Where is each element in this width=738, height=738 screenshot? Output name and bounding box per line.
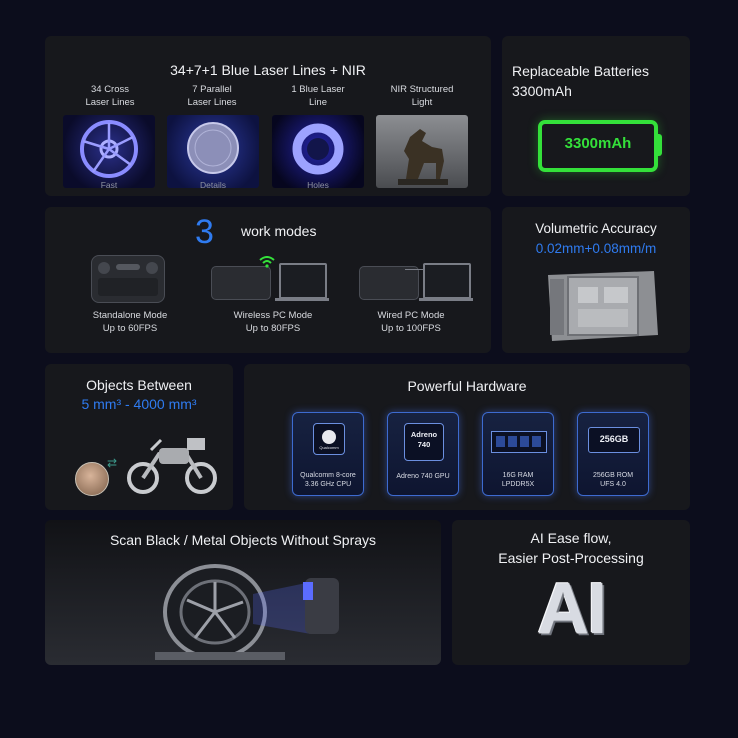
adreno-label: Adreno 740	[410, 430, 438, 449]
laser-item-label-single: 1 Blue Laser Line	[291, 84, 345, 108]
coin-object-image	[75, 462, 109, 496]
battery-title-line1: Replaceable Batteries	[512, 63, 649, 79]
wireless-monitor-base	[275, 298, 329, 301]
laser-lines-card: 34+7+1 Blue Laser Lines + NIR 34 Cross L…	[45, 36, 491, 196]
scan-card: Scan Black / Metal Objects Without Spray…	[45, 520, 441, 665]
parallel-lines-caption: Details	[200, 180, 226, 190]
cable-line	[405, 269, 423, 270]
work-modes-label: work modes	[241, 223, 317, 239]
objects-title: Objects Between	[86, 377, 192, 393]
battery-icon: 3300mAh	[538, 120, 658, 172]
laser-lines-title: 34+7+1 Blue Laser Lines + NIR	[170, 62, 366, 78]
hardware-title: Powerful Hardware	[407, 378, 527, 394]
single-line-caption: Holes	[307, 180, 329, 190]
ai-title-line1: AI Ease flow,	[530, 530, 612, 546]
objects-range: 5 mm³ - 4000 mm³	[81, 396, 197, 412]
mode-wireless: Wireless PC Mode Up to 80FPS	[213, 309, 333, 335]
cpu-caption: Qualcomm 8-core 3.36 GHz CPU	[300, 472, 356, 488]
work-modes-card: 3 work modes Standalone Mode Up to 60FPS…	[45, 207, 491, 353]
ram-caption: 16G RAM LPDDR5X	[501, 472, 535, 488]
laser-item-label-parallel: 7 Parallel Laser Lines	[187, 84, 237, 108]
motorcycle-object-image	[125, 430, 221, 501]
scan-title: Scan Black / Metal Objects Without Spray…	[109, 532, 377, 548]
ai-logo: AI	[537, 569, 607, 649]
wired-device-image	[359, 266, 419, 300]
wireless-monitor-image	[279, 263, 327, 299]
laser-item-label-nir: NIR Structured Light	[390, 84, 454, 108]
battery-card: Replaceable Batteries 3300mAh 3300mAh	[502, 36, 690, 196]
storage-icon: 256GB	[588, 427, 640, 453]
nir-statue-image	[376, 115, 468, 188]
mode-standalone-name: Standalone Mode	[92, 310, 168, 321]
cross-lines-caption: Fast	[100, 180, 118, 190]
mode-standalone: Standalone Mode Up to 60FPS	[75, 309, 185, 335]
work-modes-count: 3	[195, 213, 214, 251]
ai-card: AI Ease flow, Easier Post-Processing AI	[452, 520, 690, 665]
wired-monitor-base	[419, 298, 473, 301]
hardware-card: Powerful Hardware Qualcomm Qualcomm 8-co…	[244, 364, 690, 510]
parallel-lines-image	[167, 115, 259, 188]
battery-display-value: 3300mAh	[564, 135, 632, 152]
accuracy-card: Volumetric Accuracy 0.02mm+0.08mm/m	[502, 207, 690, 353]
battery-terminal	[656, 134, 662, 156]
single-line-image	[272, 115, 364, 188]
mode-wireless-fps: Up to 80FPS	[245, 323, 301, 334]
mode-wired: Wired PC Mode Up to 100FPS	[353, 309, 469, 335]
accuracy-part-image	[542, 265, 660, 350]
cpu-chip: Qualcomm Qualcomm 8-core 3.36 GHz CPU	[292, 412, 364, 496]
storage-label: 256GB	[599, 434, 629, 444]
adreno-icon: Adreno 740	[404, 423, 444, 461]
qualcomm-icon: Qualcomm	[313, 423, 345, 455]
swap-arrows-icon: ⇄	[107, 456, 118, 470]
mode-wireless-name: Wireless PC Mode	[233, 310, 313, 321]
gpu-caption: Adreno 740 GPU	[396, 473, 450, 480]
mode-wired-fps: Up to 100FPS	[381, 323, 441, 334]
wired-monitor-image	[423, 263, 471, 299]
wheel-scan-image	[135, 554, 355, 665]
storage-chip: 256GB 256GB ROM UFS 4.0	[577, 412, 649, 496]
ram-chip: 16G RAM LPDDR5X	[482, 412, 554, 496]
standalone-device-image	[91, 255, 165, 303]
accuracy-value: 0.02mm+0.08mm/m	[535, 241, 657, 256]
ai-title: AI Ease flow, Easier Post-Processing	[452, 528, 690, 568]
accuracy-title: Volumetric Accuracy	[535, 221, 657, 236]
gpu-chip: Adreno 740 Adreno 740 GPU	[387, 412, 459, 496]
battery-title-line2: 3300mAh	[512, 83, 572, 99]
battery-title: Replaceable Batteries 3300mAh	[512, 61, 649, 101]
ai-title-line2: Easier Post-Processing	[498, 550, 644, 566]
mode-standalone-fps: Up to 60FPS	[102, 323, 158, 334]
laser-item-label-cross: 34 Cross Laser Lines	[85, 84, 135, 108]
objects-card: Objects Between 5 mm³ - 4000 mm³ ⇄	[45, 364, 233, 510]
cross-lines-image	[63, 115, 155, 188]
qualcomm-label: Qualcomm	[319, 445, 339, 450]
ram-module-icon	[491, 431, 547, 453]
storage-caption: 256GB ROM UFS 4.0	[592, 472, 634, 488]
wifi-icon	[259, 255, 275, 273]
mode-wired-name: Wired PC Mode	[377, 310, 445, 321]
